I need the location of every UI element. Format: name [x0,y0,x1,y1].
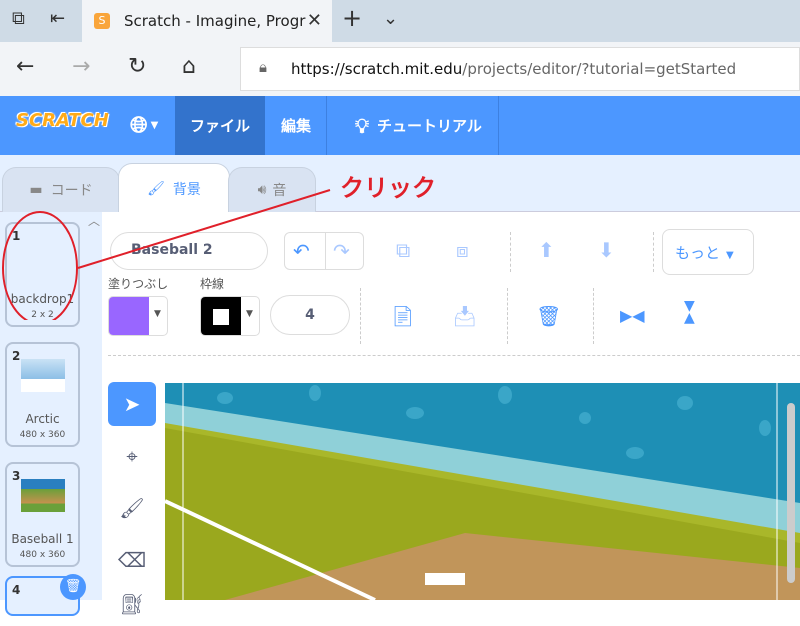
tutorial-label: チュートリアル [377,117,482,135]
back-icon[interactable]: ← [16,54,34,79]
backdrop-size: 480 x 360 [19,550,66,560]
url-input[interactable]: 🔒︎ https://scratch.mit.edu/projects/edit… [240,47,800,91]
back-tabs-icon[interactable]: ⇤ [50,8,65,29]
scratch-menu-bar: SCRATCH 🌐︎ ▼ ファイル 編集 💡︎ チュートリアル [0,96,800,155]
forward-layer-icon[interactable]: ⬆ [538,238,555,262]
tutorial-menu[interactable]: 💡︎ チュートリアル [340,96,499,155]
lightbulb-icon: 💡︎ [355,113,369,138]
globe-icon: 🌐︎ [130,113,148,138]
reshape-tool-icon[interactable]: ⌖ [108,434,156,478]
tab-title: Scratch - Imagine, Progr [124,12,306,30]
group-icon[interactable]: ⧉ [396,238,410,262]
eraser-tool-icon[interactable]: ⌫ [108,538,156,582]
tabs-icon[interactable]: ⧉ [12,8,25,29]
url-host: https://scratch.mit.edu [291,60,463,78]
scratch-logo[interactable]: SCRATCH [16,110,109,131]
copy-icon[interactable]: 📥︎ [452,304,477,328]
brush-tool-icon[interactable]: 🖌︎ [108,486,156,530]
annotation-text: クリック [340,174,436,202]
backdrop-number: 3 [12,469,21,483]
annotation-line [77,189,331,269]
flip-vertical-icon[interactable]: ▼ ▲ [684,299,695,325]
home-icon[interactable]: ⌂ [182,54,196,79]
chevron-down-icon[interactable]: ⌄ [383,8,398,29]
caret-down-icon: ▼ [150,120,159,131]
more-label: もっと [675,244,721,262]
delete-icon[interactable]: 🗑︎ [536,304,561,328]
refresh-icon[interactable]: ↻ [128,54,146,79]
delete-icon[interactable]: 🗑︎ [60,574,86,600]
backdrop-number: 4 [12,583,21,597]
language-menu[interactable]: 🌐︎ ▼ [115,96,173,155]
flip-horizontal-icon[interactable]: ▶◀ [620,306,645,325]
backward-layer-icon[interactable]: ⬇ [598,238,615,262]
backdrop-thumbnail [21,359,65,392]
new-tab-button[interactable]: + [342,4,362,32]
backdrop-artwork [165,383,800,600]
backdrop-number: 2 [12,349,21,363]
browser-tab[interactable]: S Scratch - Imagine, Progr ✕ [82,0,332,42]
scratch-favicon-icon: S [94,13,110,29]
backdrop-thumbnail [21,479,65,512]
ungroup-icon[interactable]: ⧈ [456,238,469,262]
close-icon[interactable]: ✕ [307,10,322,31]
caret-down-icon: ▼ [726,250,734,261]
backdrop-size: 480 x 360 [19,430,66,440]
browser-tab-bar: ⧉ ⇤ S Scratch - Imagine, Progr ✕ + ⌄ [0,0,800,42]
backdrop-item-selected[interactable]: 4 🗑︎ [5,574,86,616]
backdrop-name: Arctic [25,412,60,426]
url-path: /projects/editor/?tutorial=getStarted [462,60,737,78]
lock-icon: 🔒︎ [259,58,267,76]
backdrop-item[interactable]: 2 Arctic 480 x 360 [5,342,80,447]
fill-tool-icon[interactable]: ⛽︎ [108,582,156,626]
edit-menu[interactable]: 編集 [266,96,328,155]
backdrop-name: Baseball 1 [11,532,74,546]
paint-canvas[interactable] [165,383,800,600]
paste-icon[interactable]: 📄︎ [390,304,415,328]
more-menu[interactable]: もっと ▼ [662,229,754,275]
forward-icon[interactable]: → [72,54,90,79]
annotation-circle [2,211,78,320]
backdrop-item[interactable]: 3 Baseball 1 480 x 360 [5,462,80,567]
file-menu[interactable]: ファイル [175,96,265,155]
annotation-overlay [2,189,331,320]
select-tool-icon[interactable]: ➤ [108,382,156,426]
